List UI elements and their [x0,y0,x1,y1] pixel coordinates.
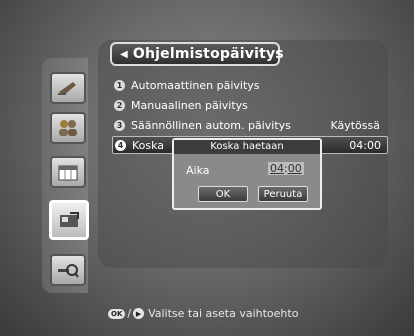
menu-item-auto-update[interactable]: 1 Automaattinen päivitys [114,76,386,94]
sidebar-item-users[interactable] [50,112,86,144]
menu-item-scheduled-update[interactable]: 3 Säännöllinen autom. päivitys Käytössä [114,116,386,134]
footer-slash: / [127,307,132,320]
item-number: 1 [114,79,125,91]
item-number: 3 [114,119,125,131]
dialog-title: Koska haetaan [174,140,320,154]
triangle-left-icon: ◀ [120,48,128,60]
page-header[interactable]: ◀ Ohjelmistopäivitys [110,42,284,66]
menu-item-value: 04:00 [349,138,381,152]
key-search-icon [58,264,79,278]
sidebar-item-calendar[interactable] [50,156,86,188]
time-input[interactable]: 04:00 [268,162,304,175]
footer-hint: OK / ▶ Valitse tai aseta vaihtoehto [108,307,298,320]
receiver-icon [60,212,79,227]
footer-text: Valitse tai aseta vaihtoehto [148,307,299,320]
ok-key-icon: OK [108,308,126,319]
menu-item-label: Säännöllinen autom. päivitys [131,118,291,132]
item-number: 2 [114,99,125,111]
menu-item-manual-update[interactable]: 2 Manuaalinen päivitys [114,96,386,114]
users-icon [59,120,77,136]
time-field-label: Aika [186,164,210,177]
hour-field[interactable]: 04 [270,162,284,175]
menu-item-label: Automaattinen päivitys [131,78,260,92]
page-title: Ohjelmistopäivitys [132,46,284,62]
menu-item-label: Manuaalinen päivitys [131,98,248,112]
ok-button[interactable]: OK [198,186,248,202]
satellite-dish-icon [58,82,76,95]
sidebar-item-receiver[interactable] [49,200,89,240]
minute-field[interactable]: 00 [288,162,302,175]
cancel-button[interactable]: Peruuta [258,186,308,202]
menu-item-value: Käytössä [330,118,380,132]
sidebar-item-satellite[interactable] [50,72,86,104]
screen: ◀ Ohjelmistopäivitys 1 Automaattinen päi… [0,0,414,336]
sidebar-item-key-search[interactable] [50,254,86,286]
time-dialog: Koska haetaan Aika 04:00 OK Peruuta [172,138,322,210]
arrow-right-key-icon: ▶ [133,308,145,319]
calendar-icon [58,165,78,181]
item-number: 4 [115,139,126,151]
